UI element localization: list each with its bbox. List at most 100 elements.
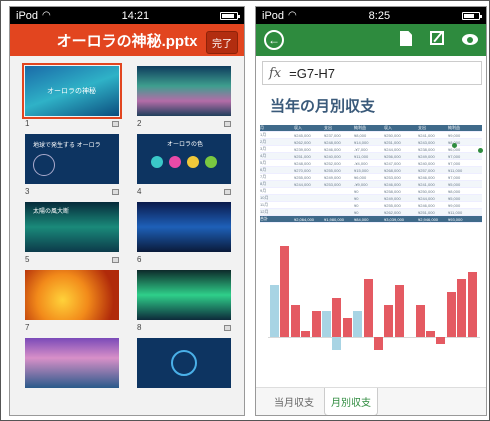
- tab-monthly-current[interactable]: 当月収支: [268, 388, 320, 415]
- table-cell[interactable]: ¥8,000: [448, 189, 482, 194]
- table-cell[interactable]: ¥246,000: [418, 203, 448, 208]
- table-cell[interactable]: 9月: [260, 188, 294, 194]
- selection-handle[interactable]: [478, 148, 483, 153]
- table-cell[interactable]: ¥257,000: [418, 168, 448, 173]
- table-cell[interactable]: ¥268,000: [384, 168, 418, 173]
- table-row[interactable]: 3月 ¥239,000 ¥246,000 -¥7,000 ¥244,000 ¥238,00…: [260, 146, 482, 153]
- table-cell[interactable]: ¥250,000: [384, 133, 418, 138]
- table-cell[interactable]: ¥251,000: [384, 140, 418, 145]
- table-cell[interactable]: ¥251,000: [294, 154, 324, 159]
- table-cell[interactable]: 12月: [260, 209, 294, 215]
- table-cell[interactable]: ¥240,000: [418, 161, 448, 166]
- total-cell[interactable]: ¥93,000: [448, 217, 482, 222]
- table-cell[interactable]: 11月: [260, 202, 294, 208]
- total-cell[interactable]: ¥2,946,000: [418, 217, 448, 222]
- table-row[interactable]: 12月 ¥0 ¥262,000 ¥251,000 ¥11,000: [260, 209, 482, 216]
- table-cell[interactable]: ¥251,000: [418, 210, 448, 215]
- table-cell[interactable]: 2月: [260, 139, 294, 145]
- table-cell[interactable]: ¥0: [354, 189, 384, 194]
- table-cell[interactable]: ¥249,000: [324, 175, 354, 180]
- table-cell[interactable]: ¥237,000: [324, 133, 354, 138]
- table-cell[interactable]: ¥7,000: [448, 154, 482, 159]
- table-cell[interactable]: ¥11,000: [448, 168, 482, 173]
- table-cell[interactable]: ¥246,000: [418, 175, 448, 180]
- table-cell[interactable]: ¥255,000: [384, 203, 418, 208]
- slide-thumbnail[interactable]: オーロラの色 4: [137, 134, 231, 197]
- table-cell[interactable]: ¥249,000: [384, 196, 418, 201]
- slide-thumbnail[interactable]: 7: [25, 270, 119, 333]
- table-cell[interactable]: ¥11,000: [448, 210, 482, 215]
- table-cell[interactable]: ¥253,000: [384, 175, 418, 180]
- table-cell[interactable]: ¥11,000: [354, 154, 384, 159]
- table-cell[interactable]: ¥255,000: [294, 175, 324, 180]
- table-cell[interactable]: ¥8,000: [354, 133, 384, 138]
- table-cell[interactable]: 6月: [260, 167, 294, 173]
- slide-thumbnail[interactable]: 太陽の風大断 5: [25, 202, 119, 265]
- table-cell[interactable]: ¥250,000: [418, 189, 448, 194]
- table-cell[interactable]: ¥5,000: [448, 196, 482, 201]
- total-cell[interactable]: ¥84,000: [354, 217, 384, 222]
- table-cell[interactable]: ¥258,000: [384, 189, 418, 194]
- view-icon[interactable]: [462, 34, 478, 45]
- slide-thumbnail[interactable]: 2: [137, 66, 231, 129]
- table-row[interactable]: 1月 ¥245,000 ¥237,000 ¥8,000 ¥250,000 ¥241,000…: [260, 132, 482, 139]
- table-cell[interactable]: ¥248,000: [324, 140, 354, 145]
- table-cell[interactable]: ¥262,000: [384, 210, 418, 215]
- table-cell[interactable]: 5月: [260, 160, 294, 166]
- edit-icon[interactable]: [430, 31, 444, 45]
- table-cell[interactable]: ¥246,000: [384, 182, 418, 187]
- table-cell[interactable]: ¥244,000: [294, 182, 324, 187]
- table-cell[interactable]: 4月: [260, 153, 294, 159]
- tab-monthly-balance[interactable]: 月別収支: [324, 388, 378, 415]
- table-cell[interactable]: ¥245,000: [294, 133, 324, 138]
- table-row[interactable]: 9月 ¥0 ¥258,000 ¥250,000 ¥8,000: [260, 188, 482, 195]
- table-cell[interactable]: ¥240,000: [324, 154, 354, 159]
- table-cell[interactable]: ¥243,000: [418, 140, 448, 145]
- table-cell[interactable]: ¥9,000: [448, 133, 482, 138]
- table-cell[interactable]: ¥239,000: [294, 147, 324, 152]
- slide-thumbnail[interactable]: オーロラの神秘 1: [22, 63, 122, 129]
- total-cell[interactable]: ¥3,039,000: [384, 217, 418, 222]
- table-row[interactable]: 8月 ¥244,000 ¥253,000 -¥9,000 ¥246,000 ¥241,00…: [260, 181, 482, 188]
- table-cell[interactable]: -¥9,000: [354, 182, 384, 187]
- table-cell[interactable]: 3月: [260, 146, 294, 152]
- table-cell[interactable]: ¥255,000: [324, 168, 354, 173]
- table-cell[interactable]: ¥238,000: [418, 147, 448, 152]
- table-row[interactable]: 6月 ¥270,000 ¥255,000 ¥15,000 ¥268,000 ¥257,00…: [260, 167, 482, 174]
- table-cell[interactable]: -¥7,000: [354, 147, 384, 152]
- data-table[interactable]: 月 収入 支出 純利益 収入 支出 純利益 1月 ¥245,000 ¥237,000…: [260, 125, 482, 223]
- table-cell[interactable]: ¥262,000: [294, 140, 324, 145]
- table-row[interactable]: 11月 ¥0 ¥255,000 ¥246,000 ¥9,000: [260, 202, 482, 209]
- table-row[interactable]: 4月 ¥251,000 ¥240,000 ¥11,000 ¥256,000 ¥249,00…: [260, 153, 482, 160]
- table-row[interactable]: 2月 ¥262,000 ¥248,000 ¥14,000 ¥251,000 ¥243,00…: [260, 139, 482, 146]
- table-cell[interactable]: ¥7,000: [448, 161, 482, 166]
- table-row[interactable]: 10月 ¥0 ¥249,000 ¥244,000 ¥5,000: [260, 195, 482, 202]
- table-cell[interactable]: ¥14,000: [354, 140, 384, 145]
- slide-thumbnail[interactable]: 8: [137, 270, 231, 333]
- table-cell[interactable]: ¥0: [354, 203, 384, 208]
- table-cell[interactable]: ¥0: [354, 196, 384, 201]
- table-row[interactable]: 5月 ¥248,000 ¥252,000 -¥4,000 ¥247,000 ¥240,00…: [260, 160, 482, 167]
- done-button[interactable]: 完了: [206, 31, 238, 54]
- table-cell[interactable]: ¥270,000: [294, 168, 324, 173]
- formula-bar[interactable]: fx =G7-H7: [262, 61, 482, 85]
- table-row[interactable]: 7月 ¥255,000 ¥249,000 ¥6,000 ¥253,000 ¥246,000…: [260, 174, 482, 181]
- table-total-row[interactable]: 合計 ¥2,064,000 ¥1,980,000 ¥84,000 ¥3,039,000 ¥…: [260, 216, 482, 223]
- total-cell[interactable]: ¥1,980,000: [324, 217, 354, 222]
- slide-thumbnail[interactable]: [25, 338, 119, 388]
- worksheet[interactable]: 当年の月別収支 月 収入 支出 純利益 収入 支出 純利益 1月 ¥245,000…: [256, 87, 486, 387]
- table-cell[interactable]: ¥7,000: [448, 175, 482, 180]
- table-cell[interactable]: ¥249,000: [418, 154, 448, 159]
- selection-handle[interactable]: [452, 143, 457, 148]
- slide-thumbnail[interactable]: 地球で発生する オーロラ 3: [25, 134, 119, 197]
- table-cell[interactable]: ¥241,000: [418, 182, 448, 187]
- slide-thumbnail[interactable]: 6: [137, 202, 231, 265]
- table-cell[interactable]: ¥256,000: [384, 154, 418, 159]
- table-cell[interactable]: ¥244,000: [418, 196, 448, 201]
- slide-thumbnail[interactable]: [137, 338, 231, 388]
- back-icon[interactable]: ←: [264, 30, 284, 50]
- table-cell[interactable]: 8月: [260, 181, 294, 187]
- table-cell[interactable]: ¥15,000: [354, 168, 384, 173]
- table-cell[interactable]: ¥5,000: [448, 182, 482, 187]
- table-cell[interactable]: ¥241,000: [418, 133, 448, 138]
